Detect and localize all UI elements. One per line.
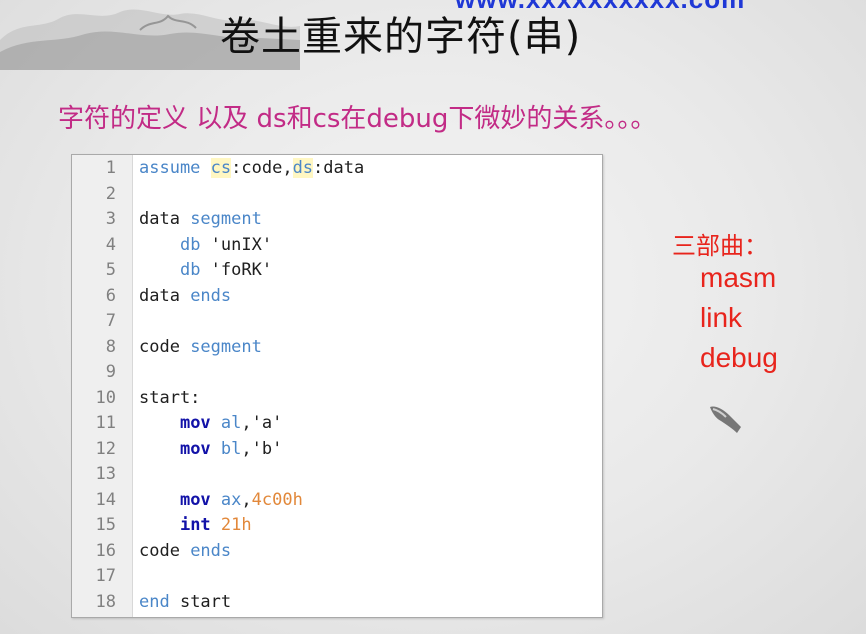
- note-step-masm: masm: [700, 262, 777, 293]
- code-token: :code,: [231, 158, 293, 178]
- notes-heading: 三部曲：: [672, 232, 768, 260]
- code-token: segment: [190, 336, 262, 357]
- code-line: 10 start:: [72, 386, 201, 411]
- note-step-link: link: [700, 302, 743, 333]
- code-token: segment: [190, 209, 262, 229]
- code-text: assume cs:code,ds:data: [139, 156, 364, 181]
- code-token: mov: [179, 438, 211, 459]
- code-token: 'unIX': [200, 234, 273, 255]
- code-token: db: [179, 234, 201, 255]
- code-text: mov bl,'b': [139, 437, 282, 462]
- code-token: ends: [190, 540, 232, 561]
- code-line: 7: [72, 309, 116, 334]
- code-token: al: [220, 413, 242, 433]
- line-number: 7: [105, 311, 116, 331]
- line-number: 15: [95, 515, 116, 535]
- line-number: 6: [105, 285, 116, 306]
- code-text: mov al,'a': [139, 411, 282, 436]
- note-step-debug: debug: [700, 342, 778, 373]
- line-number: 4: [105, 234, 116, 255]
- code-token: ,: [241, 489, 252, 510]
- code-token: 21h: [220, 515, 252, 535]
- line-number: 13: [95, 464, 116, 484]
- hand-pointer-icon: [710, 406, 741, 433]
- code-line: 3 data segment: [72, 207, 262, 232]
- code-line: 11 mov al,'a': [72, 411, 283, 436]
- slide-subtitle: 字符的定义 以及 ds和cs在debug下微妙的关系。。。: [58, 104, 657, 134]
- code-token: data: [139, 209, 191, 229]
- code-token: 4c00h: [251, 489, 303, 510]
- code-text: end start: [139, 590, 231, 615]
- code-token: ,'b': [241, 438, 283, 459]
- code-line: 16 code ends: [72, 539, 232, 564]
- line-number: 12: [95, 438, 116, 459]
- code-token: int: [179, 515, 211, 535]
- code-token: db: [179, 260, 201, 280]
- line-number: 3: [105, 209, 116, 229]
- code-line: 6 data ends: [72, 284, 231, 309]
- line-number: 18: [95, 591, 116, 612]
- code-token: bl: [220, 438, 242, 459]
- code-token: code: [139, 540, 191, 561]
- code-text: db 'unIX': [139, 233, 272, 258]
- line-number: 8: [105, 336, 116, 357]
- code-token: 'foRK': [200, 260, 273, 280]
- code-line: 18 end start: [72, 590, 232, 615]
- code-token: start:: [139, 387, 201, 408]
- code-token: end: [139, 591, 170, 612]
- code-text: data segment: [139, 207, 262, 232]
- code-token: ends: [190, 285, 232, 306]
- code-line: 2: [72, 182, 116, 207]
- code-token: code: [139, 336, 191, 357]
- line-number: 9: [105, 362, 116, 382]
- code-token: ax: [220, 489, 242, 510]
- code-text: int 21h: [139, 513, 252, 538]
- line-number: 5: [105, 260, 116, 280]
- code-line: 17: [72, 564, 116, 589]
- slide-title: 卷土重来的字符(串): [220, 14, 582, 60]
- code-line: 13: [72, 462, 116, 487]
- line-number: 14: [95, 489, 116, 510]
- code-token: ds: [292, 158, 314, 178]
- code-line: 12 mov bl,'b': [72, 437, 283, 462]
- code-line: 5 db 'foRK': [72, 258, 272, 283]
- code-text: code segment: [139, 335, 262, 360]
- code-text: start:: [139, 386, 200, 411]
- line-number: 11: [95, 413, 116, 433]
- code-token: ,'a': [241, 413, 283, 433]
- code-text: code ends: [139, 539, 231, 564]
- line-number: 1: [105, 158, 116, 178]
- code-token: start: [169, 591, 232, 612]
- code-line: 15 int 21h: [72, 513, 252, 538]
- code-line: 14 mov ax,4c00h: [72, 488, 303, 513]
- code-text: data ends: [139, 284, 231, 309]
- code-line: 4 db 'unIX': [72, 233, 272, 258]
- code-text: mov ax,4c00h: [139, 488, 303, 513]
- code-editor: 1 assume cs:code,ds:data 2 3 data segment 4 d…: [71, 154, 603, 618]
- code-token: mov: [179, 413, 211, 433]
- code-token: assume: [139, 158, 211, 178]
- line-number: 17: [95, 566, 116, 586]
- line-number: 10: [95, 387, 116, 408]
- code-line: 9: [72, 360, 116, 385]
- line-number: 2: [105, 183, 116, 204]
- code-line: 8 code segment: [72, 335, 262, 360]
- code-token: cs: [210, 158, 232, 178]
- line-number: 16: [95, 540, 116, 561]
- code-token: mov: [179, 489, 211, 510]
- code-line: 1 assume cs:code,ds:data: [72, 156, 364, 181]
- code-token: :data: [313, 158, 365, 178]
- code-text: db 'foRK': [139, 258, 272, 283]
- code-token: data: [139, 285, 191, 306]
